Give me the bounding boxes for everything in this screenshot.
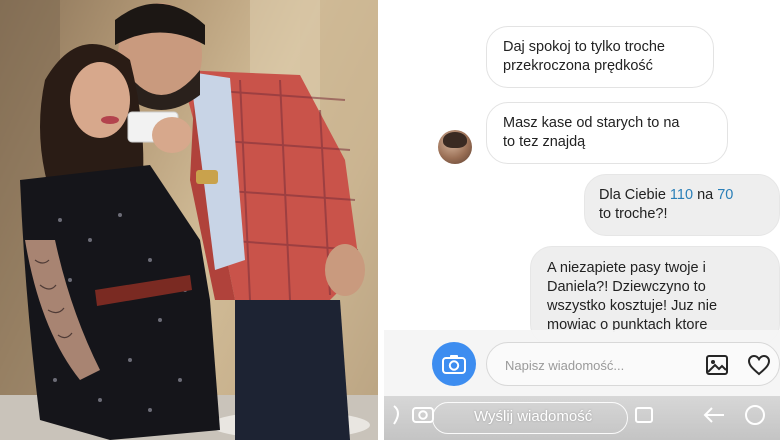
more-icon[interactable] [390,404,404,426]
story-reply-label: Wyślij wiadomość [474,408,593,425]
camera-icon [442,355,466,374]
gallery-icon[interactable] [705,353,729,377]
camera-button[interactable] [432,342,476,386]
message-received-1: Daj spokoj to tylko troche przekroczona … [486,26,714,88]
message-text: to troche?! [599,206,668,222]
close-icon[interactable] [744,404,766,426]
story-reply-bar: Wyślij wiadomość [384,396,780,440]
speed-limit-value: 70 [717,187,734,203]
dm-conversation: Daj spokoj to tylko troche przekroczona … [384,0,780,440]
camera-icon[interactable] [412,404,434,424]
photo-illustration [0,0,378,440]
message-received-2: Masz kase od starych to na to tez znajdą [486,102,728,164]
message-text: Dla Ciebie [599,187,670,203]
sender-avatar[interactable] [438,130,472,164]
message-text: na [693,187,718,203]
heart-icon[interactable] [747,353,771,377]
back-arrow-icon[interactable] [702,404,726,426]
message-input[interactable] [503,354,677,376]
speed-value: 110 [669,187,694,203]
message-sent-1: Dla Ciebie 110 na 70 to troche?! [584,174,780,236]
message-input-container[interactable] [486,342,780,386]
share-icon[interactable] [634,404,656,426]
couple-photo [0,0,378,440]
